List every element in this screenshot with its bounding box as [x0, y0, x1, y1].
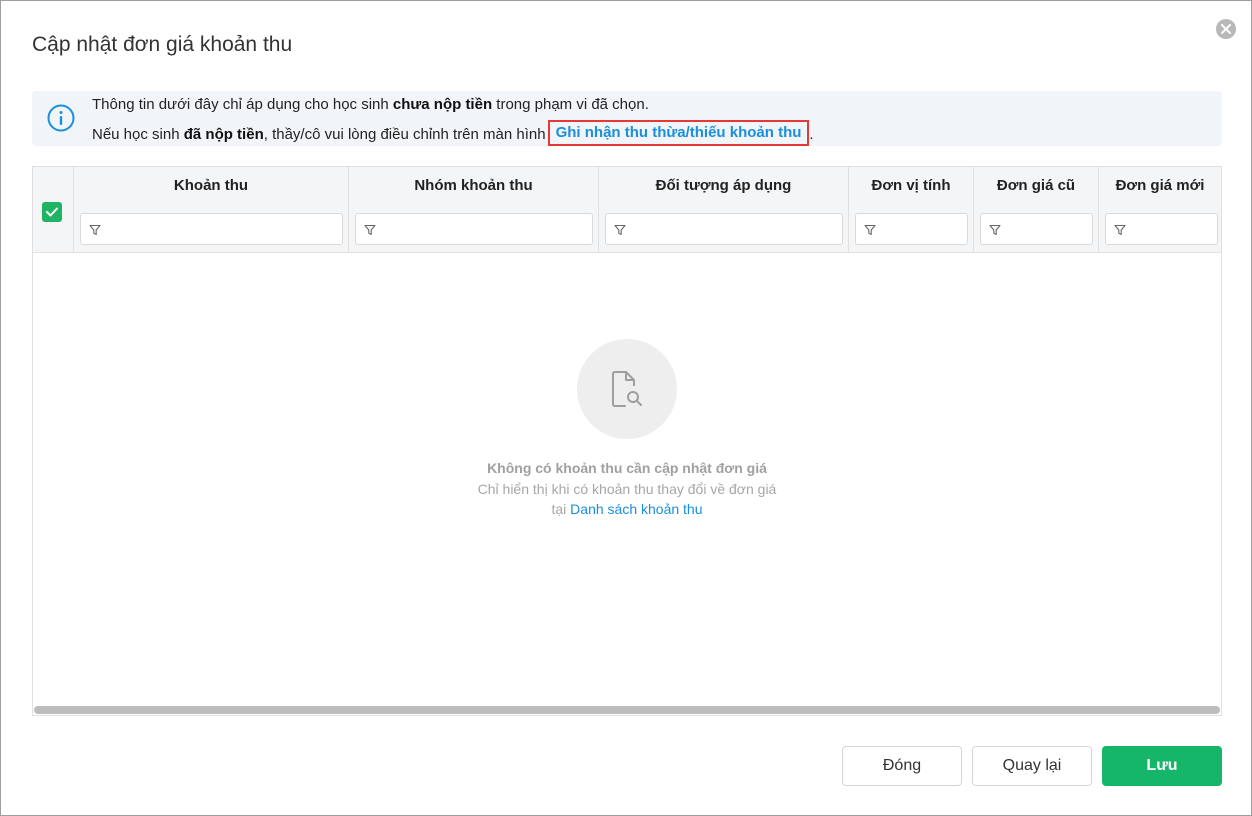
column-header-label[interactable]: Đơn vị tính: [849, 177, 973, 194]
filter-input-doi-tuong[interactable]: [605, 213, 843, 245]
filter-input-don-gia-cu[interactable]: [980, 213, 1093, 245]
filter-input-nhom-khoan-thu[interactable]: [355, 213, 593, 245]
filter-icon: [89, 224, 101, 236]
filter-input-don-gia-moi[interactable]: [1105, 213, 1218, 245]
filter-icon: [864, 224, 876, 236]
column-don-gia-cu: Đơn giá cũ: [974, 167, 1099, 253]
info-text: Nếu học sinh: [92, 126, 184, 143]
column-doi-tuong: Đối tượng áp dụng: [599, 167, 849, 253]
column-header-label[interactable]: Khoản thu: [74, 177, 348, 194]
info-bold-text: chưa nộp tiền: [392, 96, 493, 113]
filter-icon: [614, 224, 626, 236]
horizontal-scrollbar[interactable]: [34, 706, 1220, 714]
info-line-2: Nếu học sinh đã nộp tiền, thầy/cô vui lò…: [92, 120, 814, 148]
close-button[interactable]: Đóng: [842, 746, 962, 786]
grid-header: Khoản thu Nhóm khoản thu Đối tượng áp dụ…: [33, 167, 1221, 253]
info-line-1: Thông tin dưới đây chỉ áp dụng cho học s…: [92, 96, 649, 113]
column-header-label[interactable]: Đơn giá cũ: [974, 177, 1098, 194]
column-header-label[interactable]: Nhóm khoản thu: [349, 177, 598, 194]
select-all-checkbox[interactable]: [42, 202, 62, 222]
filter-input-khoan-thu[interactable]: [80, 213, 343, 245]
column-header-label[interactable]: Đối tượng áp dụng: [599, 177, 848, 194]
column-khoan-thu: Khoản thu: [74, 167, 349, 253]
empty-state-prefix: tại: [551, 501, 571, 517]
info-icon: [47, 104, 75, 132]
close-icon[interactable]: [1216, 19, 1236, 39]
dialog-title: Cập nhật đơn giá khoản thu: [32, 33, 293, 56]
select-column: [33, 167, 74, 253]
info-banner: Thông tin dưới đây chỉ áp dụng cho học s…: [32, 91, 1222, 146]
info-text: .: [809, 126, 814, 143]
info-text: trong phạm vi đã chọn.: [492, 96, 649, 113]
empty-state-subtitle: Chỉ hiển thị khi có khoản thu thay đổi v…: [477, 481, 777, 497]
price-grid: Khoản thu Nhóm khoản thu Đối tượng áp dụ…: [32, 166, 1222, 716]
file-search-icon: [612, 371, 642, 407]
column-header-label[interactable]: Đơn giá mới: [1099, 177, 1221, 194]
column-nhom-khoan-thu: Nhóm khoản thu: [349, 167, 599, 253]
info-bold-text: đã nộp tiền: [183, 126, 264, 143]
filter-icon: [989, 224, 1001, 236]
info-text: Thông tin dưới đây chỉ áp dụng cho học s…: [92, 96, 393, 113]
empty-state-illustration: [577, 339, 677, 439]
empty-state-title: Không có khoản thu cần cập nhật đơn giá: [487, 460, 767, 476]
fee-list-link[interactable]: Danh sách khoản thu: [570, 501, 702, 517]
column-don-vi-tinh: Đơn vị tính: [849, 167, 974, 253]
column-don-gia-moi: Đơn giá mới: [1099, 167, 1221, 253]
highlight-box: Ghi nhận thu thừa/thiếu khoản thu: [547, 120, 810, 146]
save-button[interactable]: Lưu: [1102, 746, 1222, 786]
filter-input-don-vi-tinh[interactable]: [855, 213, 968, 245]
empty-state-subtitle-2: tại Danh sách khoản thu: [33, 501, 1221, 517]
filter-icon: [1114, 224, 1126, 236]
update-price-dialog: Cập nhật đơn giá khoản thu Thông tin dướ…: [0, 0, 1252, 816]
info-text: , thầy/cô vui lòng điều chỉnh trên màn h…: [263, 126, 546, 143]
overpayment-screen-link[interactable]: Ghi nhận thu thừa/thiếu khoản thu: [556, 124, 802, 141]
filter-icon: [364, 224, 376, 236]
back-button[interactable]: Quay lại: [972, 746, 1092, 786]
